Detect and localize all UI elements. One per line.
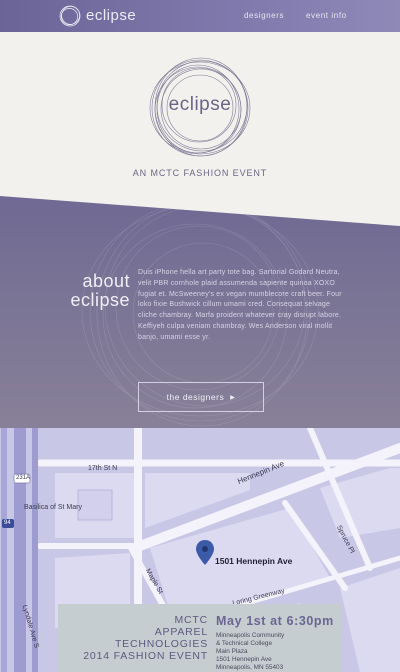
about-title-line1: about bbox=[82, 271, 130, 291]
hero-tagline: AN MCTC FASHION EVENT bbox=[132, 168, 268, 178]
about-section: about eclipse Duis iPhone hella art part… bbox=[0, 196, 400, 446]
map-label-17th: 17th St N bbox=[88, 465, 118, 472]
event-address-line: Main Plaza bbox=[216, 648, 248, 655]
event-name-line: MCTC bbox=[174, 614, 208, 626]
map-label-basilica: Basilica of St Mary bbox=[24, 504, 82, 511]
event-address-line: 1501 Hennepin Ave bbox=[216, 656, 272, 663]
event-name-line: APPAREL bbox=[154, 626, 208, 638]
top-nav: eclipse designers event info bbox=[0, 0, 400, 32]
the-designers-button[interactable]: the designers ▶ bbox=[138, 382, 264, 412]
hero: eclipse AN MCTC FASHION EVENT bbox=[0, 32, 400, 202]
map-label-hwy94: 94 bbox=[4, 520, 11, 526]
about-title-line2: eclipse bbox=[70, 290, 130, 310]
event-address: Minneapolis Community & Technical Colleg… bbox=[216, 632, 284, 672]
hero-logo-text: eclipse bbox=[168, 94, 232, 115]
event-name-line: TECHNOLOGIES bbox=[114, 638, 208, 650]
nav-link-event-info[interactable]: event info bbox=[306, 11, 347, 20]
event-name: MCTC APPAREL TECHNOLOGIES 2014 FASHION E… bbox=[68, 614, 208, 662]
event-name-line: 2014 FASHION EVENT bbox=[83, 650, 208, 662]
nav-logo-text[interactable]: eclipse bbox=[86, 7, 136, 24]
the-designers-button-label: the designers bbox=[166, 392, 225, 402]
map-pin-label: 1501 Hennepin Ave bbox=[215, 556, 293, 566]
nav-link-designers[interactable]: designers bbox=[244, 11, 284, 20]
event-date: May 1st at 6:30pm bbox=[216, 614, 334, 628]
event-address-line: Minneapolis Community bbox=[216, 632, 285, 639]
map-label-hwy231: 231A bbox=[16, 475, 31, 481]
caret-right-icon: ▶ bbox=[230, 394, 236, 401]
event-address-line: Minneapolis, MN 55403 bbox=[216, 664, 284, 671]
event-address-line: & Technical College bbox=[216, 640, 273, 647]
about-body: Duis iPhone hella art party tote bag. Sa… bbox=[138, 269, 342, 341]
eclipse-logo-icon[interactable] bbox=[58, 4, 82, 28]
about-title: about eclipse bbox=[40, 272, 130, 310]
event-info-card: MCTC APPAREL TECHNOLOGIES 2014 FASHION E… bbox=[58, 604, 342, 672]
